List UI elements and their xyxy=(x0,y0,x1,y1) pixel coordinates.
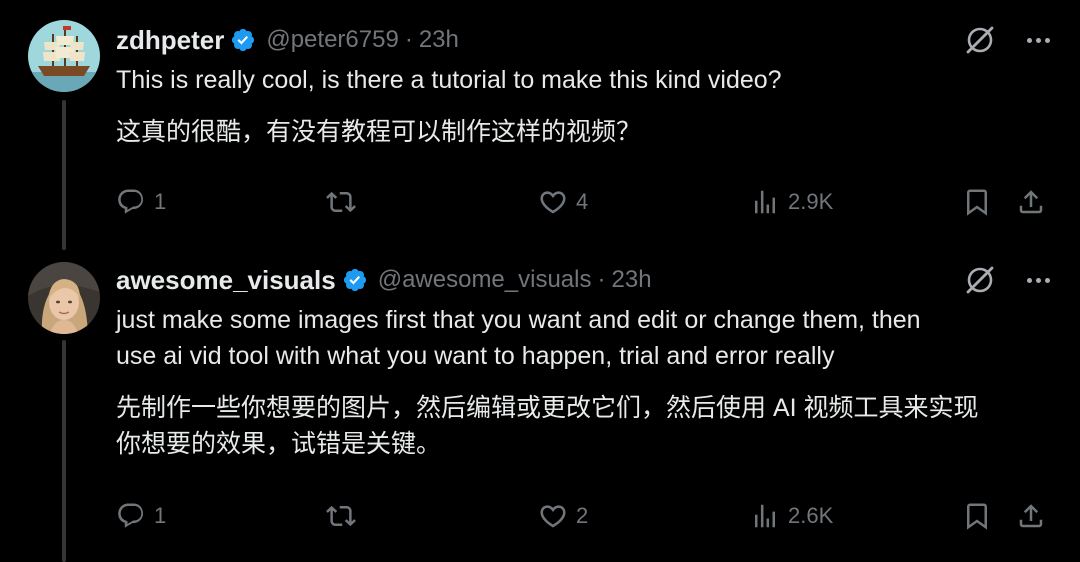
avatar[interactable] xyxy=(28,20,100,92)
translation-line: 你想要的效果，试错是关键。 xyxy=(116,430,442,458)
verified-badge-icon xyxy=(343,268,366,292)
retweet-icon xyxy=(326,191,356,213)
views-count: 2.6K xyxy=(788,503,834,528)
timestamp[interactable]: 23h xyxy=(612,266,652,294)
header-actions xyxy=(963,20,1056,60)
more-options-icon[interactable] xyxy=(1027,277,1050,283)
action-bar: 1 4 2.9K xyxy=(116,184,1056,220)
reply-icon xyxy=(118,503,144,528)
grok-icon[interactable] xyxy=(963,263,997,297)
more-options-icon[interactable] xyxy=(1027,37,1050,43)
reply-count: 1 xyxy=(154,189,167,214)
thread-line-bottom xyxy=(62,340,66,562)
heart-icon xyxy=(540,191,566,214)
separator-dot: · xyxy=(404,26,413,53)
bookmark-button[interactable] xyxy=(962,498,1000,534)
header-actions xyxy=(963,260,1056,300)
verified-badge-icon xyxy=(232,28,255,52)
translation-line: 先制作一些你想要的图片，然后编辑或更改它们，然后使用 AI 视频工具来实现 xyxy=(116,394,979,422)
ship-avatar-icon xyxy=(28,20,100,92)
retweet-button[interactable] xyxy=(326,498,364,534)
share-button[interactable] xyxy=(1016,184,1054,220)
user-handle[interactable]: @awesome_visuals xyxy=(378,266,592,294)
share-icon xyxy=(1019,504,1043,528)
bookmark-icon xyxy=(967,503,987,530)
reply-icon xyxy=(118,189,144,214)
display-name[interactable]: zdhpeter xyxy=(116,25,224,56)
post-text: This is really cool, is there a tutorial… xyxy=(116,62,782,98)
post: awesome_visuals @awesome_visuals · 23h j… xyxy=(116,260,1056,560)
post-header: awesome_visuals @awesome_visuals · 23h xyxy=(116,260,652,300)
post: zdhpeter @peter6759 · 23h This is really… xyxy=(116,20,1056,230)
display-name[interactable]: awesome_visuals xyxy=(116,265,336,296)
action-bar: 1 2 2.6K xyxy=(116,498,1056,534)
like-count: 4 xyxy=(576,189,589,214)
user-handle[interactable]: @peter6759 xyxy=(266,26,398,54)
post-text-line: This is really cool, is there a tutorial… xyxy=(116,66,782,94)
bookmark-icon xyxy=(967,189,987,216)
share-icon xyxy=(1019,190,1043,214)
reply-button[interactable]: 1 xyxy=(116,184,166,220)
reply-count: 1 xyxy=(154,503,167,528)
thread-line-top xyxy=(62,100,66,250)
post-text-line: just make some images first that you wan… xyxy=(116,306,921,334)
post-text-line: use ai vid tool with what you want to ha… xyxy=(116,342,835,370)
share-button[interactable] xyxy=(1016,498,1054,534)
reply-button[interactable]: 1 xyxy=(116,498,166,534)
grok-icon[interactable] xyxy=(963,23,997,57)
views-button[interactable]: 2.9K xyxy=(750,184,833,220)
like-button[interactable]: 4 xyxy=(538,184,588,220)
post-translation: 这真的很酷，有没有教程可以制作这样的视频？ xyxy=(116,114,641,150)
person-avatar-icon xyxy=(28,262,100,334)
like-button[interactable]: 2 xyxy=(538,498,588,534)
post-header: zdhpeter @peter6759 · 23h xyxy=(116,20,459,60)
timestamp[interactable]: 23h xyxy=(419,26,459,54)
translation-line: 这真的很酷，有没有教程可以制作这样的视频？ xyxy=(116,118,642,146)
retweet-icon xyxy=(326,505,356,527)
retweet-button[interactable] xyxy=(326,184,364,220)
views-count: 2.9K xyxy=(788,189,834,214)
views-icon xyxy=(755,504,775,528)
heart-icon xyxy=(540,505,566,528)
post-translation: 先制作一些你想要的图片，然后编辑或更改它们，然后使用 AI 视频工具来实现 你想… xyxy=(116,390,979,462)
separator-dot: · xyxy=(597,266,606,293)
bookmark-button[interactable] xyxy=(962,184,1000,220)
like-count: 2 xyxy=(576,503,589,528)
avatar[interactable] xyxy=(28,262,100,334)
views-button[interactable]: 2.6K xyxy=(750,498,833,534)
views-icon xyxy=(755,190,775,214)
post-text: just make some images first that you wan… xyxy=(116,302,921,374)
